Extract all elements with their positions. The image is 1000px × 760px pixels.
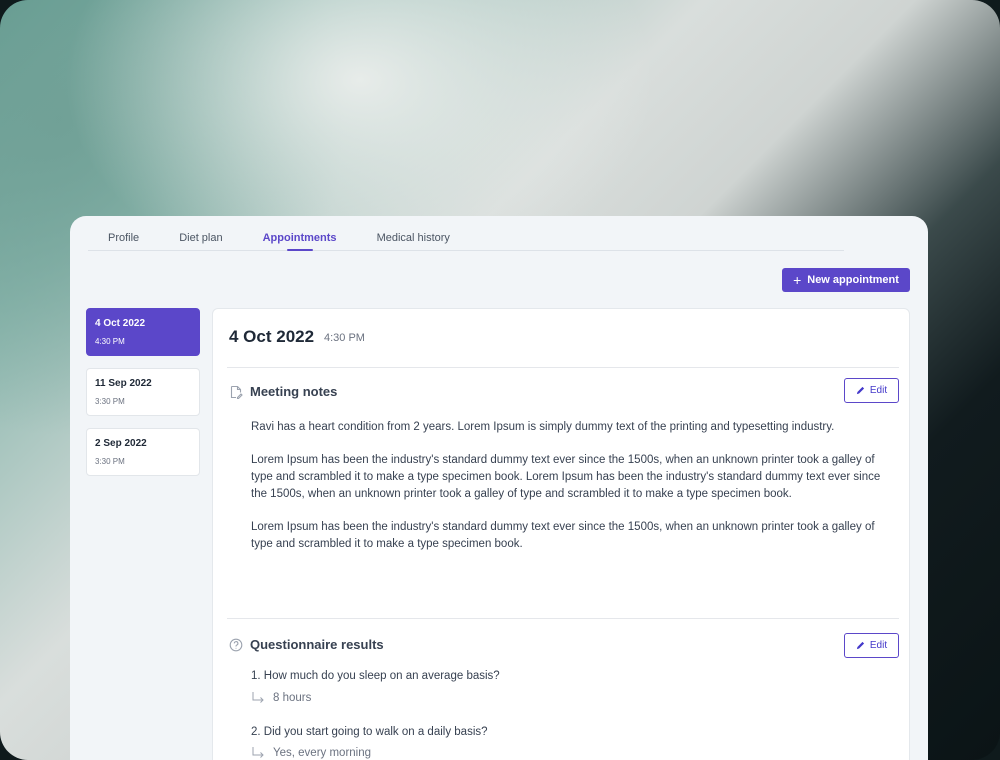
notes-paragraph: Lorem Ipsum has been the industry's stan… xyxy=(251,521,875,550)
appointment-detail: 4 Oct 2022 4:30 PM Meeting notes Edit Ra… xyxy=(212,308,910,760)
questionnaire-title: Questionnaire results xyxy=(250,637,384,652)
plus-icon: + xyxy=(793,272,802,288)
notes-paragraph: Ravi has a heart condition from 2 years.… xyxy=(251,421,835,433)
tab-profile[interactable]: Profile xyxy=(88,216,159,251)
edit-label: Edit xyxy=(869,385,888,396)
tab-medical-history[interactable]: Medical history xyxy=(357,216,470,251)
tab-bar: Profile Diet plan Appointments Medical h… xyxy=(88,216,844,251)
reply-arrow-icon xyxy=(252,692,264,703)
appointment-item[interactable]: 2 Sep 2022 3:30 PM xyxy=(86,428,200,476)
pencil-icon xyxy=(856,386,864,395)
appointment-date: 11 Sep 2022 xyxy=(95,378,152,389)
notes-paragraph: Lorem Ipsum has been the industry's stan… xyxy=(251,454,881,500)
edit-meeting-notes-button[interactable]: Edit xyxy=(844,378,899,403)
appointment-date: 2 Sep 2022 xyxy=(95,438,147,449)
question: 2. Did you start going to walk on a dail… xyxy=(251,726,488,738)
appointment-item[interactable]: 11 Sep 2022 3:30 PM xyxy=(86,368,200,416)
question-circle-icon xyxy=(229,638,243,652)
appointments-panel: Profile Diet plan Appointments Medical h… xyxy=(70,216,928,760)
tab-appointments[interactable]: Appointments xyxy=(243,216,357,251)
detail-time: 4:30 PM xyxy=(324,332,365,344)
detail-date: 4 Oct 2022 xyxy=(229,327,315,346)
appointment-time: 3:30 PM xyxy=(95,397,125,406)
answer: Yes, every morning xyxy=(251,746,371,759)
pencil-icon xyxy=(856,641,864,650)
edit-questionnaire-button[interactable]: Edit xyxy=(844,633,899,658)
tab-diet-plan[interactable]: Diet plan xyxy=(159,216,242,251)
appointment-time: 4:30 PM xyxy=(95,337,125,346)
divider xyxy=(227,367,899,368)
document-edit-icon xyxy=(230,385,243,399)
appointment-time: 3:30 PM xyxy=(95,457,125,466)
answer-text: Yes, every morning xyxy=(273,747,372,759)
appointment-date: 4 Oct 2022 xyxy=(95,318,146,329)
reply-arrow-icon xyxy=(252,747,264,758)
answer: 8 hours xyxy=(251,691,311,704)
question: 1. How much do you sleep on an average b… xyxy=(251,670,500,682)
edit-label: Edit xyxy=(869,640,888,651)
answer-text: 8 hours xyxy=(273,692,312,704)
new-appointment-label: New appointment xyxy=(807,274,899,286)
meeting-notes-body: Ravi has a heart condition from 2 years.… xyxy=(251,419,887,569)
divider xyxy=(227,618,899,619)
appointment-list: 4 Oct 2022 4:30 PM 11 Sep 2022 3:30 PM 2… xyxy=(86,308,200,488)
appointment-item[interactable]: 4 Oct 2022 4:30 PM xyxy=(86,308,200,356)
meeting-notes-title: Meeting notes xyxy=(250,384,338,399)
new-appointment-button[interactable]: + New appointment xyxy=(782,268,910,292)
